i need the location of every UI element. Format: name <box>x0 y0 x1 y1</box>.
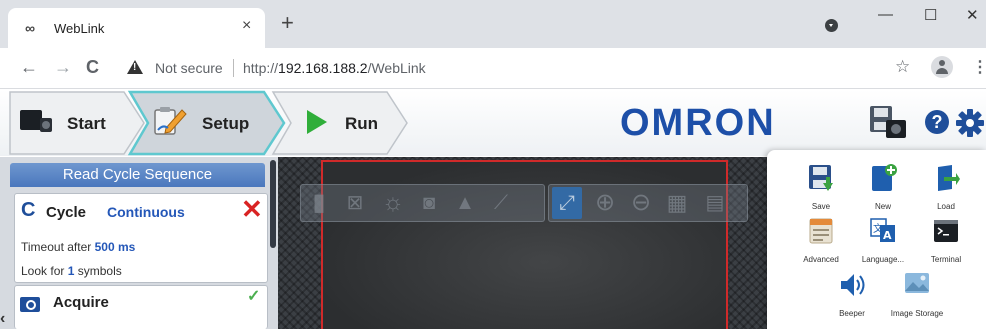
camera-icon <box>20 110 52 132</box>
timeout-value[interactable]: 500 ms <box>95 240 136 254</box>
panel-toggle-icon[interactable]: ▮ <box>304 187 334 219</box>
menu-label-new: New <box>874 202 891 211</box>
menu-label-terminal: Terminal <box>930 255 962 264</box>
look-for-text: Look for 1 symbols <box>21 264 122 278</box>
advanced-icon <box>809 218 833 244</box>
menu-item-image-storage[interactable]: Image Storage <box>889 270 945 318</box>
menu-label-language: Language... <box>861 255 905 264</box>
tab-close-button[interactable]: × <box>242 17 251 35</box>
back-button[interactable]: ← <box>20 58 38 76</box>
cycle-mode-link[interactable]: Continuous <box>107 204 185 220</box>
step-run-label: Run <box>345 114 379 133</box>
menu-label-save: Save <box>811 202 831 211</box>
menu-item-save[interactable]: Save <box>793 163 849 211</box>
app-header: Start Setup Run ? <box>0 90 986 156</box>
svg-text:文: 文 <box>873 222 883 235</box>
check-icon: ✓ <box>247 288 261 305</box>
collapse-panel-icon[interactable]: ‹ <box>0 310 5 328</box>
read-cycle-panel: Read Cycle Sequence C Cycle Continuous ✕… <box>0 157 278 329</box>
image-viewer[interactable]: ▮ ⊠ ☼ ◙ ▲ ⟋ ⤢ ⊕ ⊖ ▦ ▤ <box>278 157 768 329</box>
acquire-card[interactable]: Acquire ✓ <box>14 285 268 329</box>
setup-pencil-icon <box>154 107 187 135</box>
close-window-button[interactable]: ✕ <box>966 6 979 24</box>
warning-icon <box>127 60 143 74</box>
menu-label-beeper: Beeper <box>839 309 865 318</box>
menu-item-load[interactable]: Load <box>918 163 974 211</box>
menu-item-terminal[interactable]: Terminal <box>918 216 974 264</box>
link-icon: ∞ <box>25 20 35 36</box>
address-bar[interactable]: Not secure http://192.168.188.2/WebLink <box>113 52 868 84</box>
step-run[interactable]: Run <box>265 90 415 156</box>
browser-tab[interactable]: ∞ WebLink × <box>8 8 265 48</box>
acquire-label: Acquire <box>53 294 109 311</box>
menu-item-beeper[interactable]: Beeper <box>824 270 880 318</box>
load-icon <box>938 165 960 191</box>
fit-screen-icon[interactable]: ⤢ <box>552 187 582 219</box>
learn-icon[interactable]: ▲ <box>450 187 480 219</box>
brightness-icon[interactable]: ☼ <box>378 187 408 219</box>
tab-search-button[interactable] <box>825 19 838 32</box>
terminal-icon <box>934 220 958 242</box>
read-cycle-title: Read Cycle Sequence <box>10 163 265 187</box>
new-tab-button[interactable]: + <box>281 12 294 34</box>
step-run-shape <box>271 91 408 155</box>
profile-avatar[interactable] <box>931 56 953 78</box>
language-icon: 文 A <box>870 218 895 242</box>
panel-scrollbar[interactable] <box>270 160 276 248</box>
forward-button[interactable]: → <box>54 58 72 76</box>
omnibox-divider <box>233 59 234 77</box>
browser-tabstrip: ∞ WebLink × + — ☐ ✕ <box>0 0 986 48</box>
cycle-label: Cycle <box>46 204 87 221</box>
zoom-in-icon[interactable]: ⊕ <box>590 187 620 219</box>
cycle-icon: C <box>21 199 36 221</box>
cycle-card[interactable]: C Cycle Continuous ✕ Timeout after 500 m… <box>14 193 268 283</box>
menu-item-advanced[interactable]: Advanced <box>793 216 849 264</box>
roi-icon[interactable]: ⊠ <box>340 187 370 219</box>
browser-toolbar: ← → C Not secure http://192.168.188.2/We… <box>0 48 986 89</box>
bookmark-star-icon[interactable]: ☆ <box>895 57 910 77</box>
acquire-camera-icon <box>20 297 40 312</box>
image-storage-icon <box>905 273 929 293</box>
url-text[interactable]: http://192.168.188.2/WebLink <box>243 60 426 76</box>
menu-label-load: Load <box>937 202 955 211</box>
omron-logo: OMRON <box>620 102 776 144</box>
menu-item-language[interactable]: 文 A Language... <box>855 216 911 264</box>
new-file-icon <box>872 164 897 191</box>
save-image-icon[interactable]: ▤ <box>700 187 730 219</box>
browser-menu-button[interactable]: ⋮ <box>972 57 986 77</box>
step-setup-label: Setup <box>202 114 250 133</box>
grid-icon[interactable]: ▦ <box>662 187 692 219</box>
remove-cycle-icon[interactable]: ✕ <box>241 196 263 222</box>
save-camera-icon[interactable] <box>868 104 908 140</box>
maximize-button[interactable]: ☐ <box>924 6 937 24</box>
tab-title: WebLink <box>54 21 105 36</box>
timeout-text: Timeout after 500 ms <box>21 240 136 254</box>
step-start-label: Start <box>67 114 106 133</box>
save-icon <box>809 165 833 191</box>
zoom-out-icon[interactable]: ⊖ <box>626 187 656 219</box>
menu-label-image-storage: Image Storage <box>890 309 944 318</box>
reload-button[interactable]: C <box>86 58 99 76</box>
speaker-icon <box>841 274 865 296</box>
gear-icon[interactable] <box>956 109 984 137</box>
help-icon[interactable]: ? <box>925 110 949 134</box>
main-menu-dropdown: Save New Load Advanced 文 A Language... T… <box>767 150 986 329</box>
chart-icon[interactable]: ⟋ <box>486 187 516 219</box>
photo-icon[interactable]: ◙ <box>414 187 444 219</box>
play-icon <box>307 110 327 134</box>
minimize-button[interactable]: — <box>878 6 893 23</box>
svg-text:A: A <box>883 229 892 242</box>
security-label[interactable]: Not secure <box>155 60 223 76</box>
menu-item-new[interactable]: New <box>855 163 911 211</box>
menu-label-advanced: Advanced <box>803 255 839 264</box>
